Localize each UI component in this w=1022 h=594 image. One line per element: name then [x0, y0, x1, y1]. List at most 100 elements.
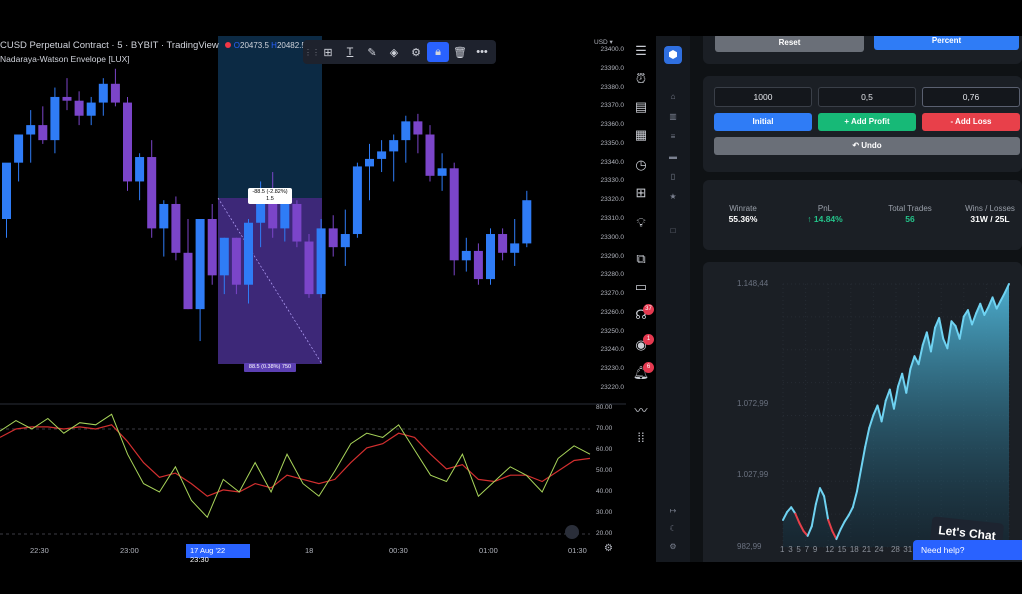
x-tick: 9 [812, 545, 818, 554]
logout-icon[interactable]: ↦ [666, 506, 680, 515]
document-icon[interactable]: ▯ [666, 172, 680, 181]
stats-icon[interactable]: ▥ [666, 112, 680, 121]
initial-input[interactable]: 1000 [714, 87, 812, 107]
equity-area [783, 284, 1009, 547]
drag-handle-icon[interactable]: ⋮⋮ [304, 42, 320, 62]
symbol-name[interactable]: CUSD Perpetual Contract · 5 · BYBIT · Tr… [0, 40, 219, 51]
list-icon[interactable]: ☰ [632, 42, 650, 60]
currency-label[interactable]: USD ▾ [594, 38, 613, 46]
candle-body [328, 228, 338, 248]
measure-label-bottom: 88.5 (0.38%) 750 [244, 363, 296, 372]
wins-losses-stat: Wins / Losses 31W / 25L [955, 204, 1022, 224]
price-tick: 23240.0 [600, 346, 625, 354]
candle-body [38, 125, 48, 141]
settings-icon[interactable]: ⚙ [405, 42, 427, 62]
settings-icon[interactable]: ⚙ [604, 543, 613, 554]
alarm-icon[interactable]: ⏰︎ [632, 70, 650, 88]
candlestick-chart[interactable] [0, 36, 626, 562]
oscillator-fast-line [0, 413, 591, 519]
candle-body [244, 222, 253, 285]
time-tick: 22:30 [30, 546, 49, 555]
oscillator-tick: 60.00 [596, 446, 613, 453]
percent-button[interactable]: Percent [874, 36, 1019, 50]
letterbox-bottom [0, 562, 1022, 594]
x-tick: 12 [825, 545, 835, 554]
winrate-stat: Winrate 55.36% [713, 204, 773, 224]
chart-line-icon[interactable]: 〰 [632, 400, 650, 418]
clock-icon[interactable]: ◷ [632, 156, 650, 174]
time-axis[interactable]: 17 Aug '22 23:30 22:30 23:00 18 00:30 01… [0, 542, 626, 562]
candle-body [171, 203, 181, 253]
price-tick: 23350.0 [600, 139, 625, 147]
price-tick: 23390.0 [600, 64, 625, 72]
candle-body [340, 234, 350, 248]
dots-grid-icon[interactable]: ⁞⁞ [632, 428, 650, 446]
candle-body [413, 121, 423, 135]
chat-icon[interactable]: ▭ [632, 278, 650, 296]
moon-icon[interactable]: ☾ [666, 524, 680, 533]
price-tick: 23290.0 [600, 252, 625, 260]
add-loss-button[interactable]: - Add Loss [922, 113, 1020, 131]
x-tick: 7 [804, 545, 810, 554]
candle-body [522, 200, 532, 244]
candle-body [352, 166, 362, 235]
box-icon[interactable]: □ [666, 226, 680, 235]
more-icon[interactable]: ••• [471, 42, 493, 62]
home-icon[interactable]: ⌂ [666, 92, 680, 101]
candle-body [292, 203, 302, 242]
app-logo[interactable] [664, 46, 682, 64]
oscillator-tick: 70.00 [596, 425, 613, 432]
grid-icon[interactable]: ⊞ [632, 184, 650, 202]
fill-icon[interactable]: ◈ [383, 42, 405, 62]
list-icon[interactable]: ≡ [666, 132, 680, 141]
text-icon[interactable]: T [339, 42, 361, 62]
candle-body [86, 102, 96, 116]
brush-icon[interactable]: ✎ [361, 42, 383, 62]
equity-curve-chart[interactable] [703, 262, 1022, 562]
candle-body [425, 134, 435, 176]
indicator-label[interactable]: Nadaraya-Watson Envelope [LUX] [0, 54, 130, 64]
x-tick: 31 [903, 545, 913, 554]
x-tick: 28 [890, 545, 900, 554]
candle-body [316, 228, 326, 295]
candle-body [2, 162, 11, 219]
undo-button[interactable]: ↶ Undo [714, 137, 1020, 155]
profit-input[interactable]: 0,5 [818, 87, 916, 107]
app-sidebar: ⌂ ▥ ≡ ▬ ▯ ★ □ ↦ ☾ ⚙ [656, 36, 690, 562]
candle-body [449, 168, 459, 261]
price-axis[interactable]: USD ▾ 23400.0 23390.0 23380.0 23370.0 23360.… [590, 36, 626, 402]
initial-button[interactable]: Initial [714, 113, 812, 131]
need-help-button[interactable]: Need help? [913, 540, 1022, 560]
lock-icon[interactable]: 🔒︎ [427, 42, 449, 62]
time-tick: 00:30 [389, 546, 408, 555]
bulb-icon[interactable]: 💡︎ [632, 214, 650, 232]
tradingview-chart[interactable]: CUSD Perpetual Contract · 5 · BYBIT · Tr… [0, 36, 626, 562]
candle-body [461, 250, 471, 261]
bell-badge: 6 [643, 362, 654, 373]
wallet-icon[interactable]: ▬ [666, 152, 680, 161]
input-card: 1000 0,5 0,76 Initial + Add Profit - Add… [703, 76, 1022, 172]
candle-body [280, 203, 290, 229]
candle-body [486, 234, 495, 280]
ideas-badge: 37 [643, 304, 654, 315]
star-icon[interactable]: ★ [666, 192, 680, 201]
time-tick: 18 [305, 546, 314, 555]
drawing-toolbar: ⋮⋮ ⊞ T ✎ ◈ ⚙ 🔒︎ 🗑︎ ••• [303, 40, 496, 64]
settings-icon[interactable]: ⚙ [666, 542, 680, 551]
price-tick: 23310.0 [600, 215, 625, 222]
data-window-icon[interactable]: ⧉ [632, 250, 650, 268]
group-icon[interactable]: ⊞ [317, 42, 339, 62]
loss-input[interactable]: 0,76 [922, 87, 1020, 107]
time-tick: 01:00 [479, 546, 498, 555]
x-tick: 5 [796, 545, 801, 554]
calendar-icon[interactable]: ▦ [632, 126, 650, 144]
candle-body [231, 237, 241, 285]
oscillator-tick: 30.00 [596, 509, 613, 516]
trash-icon[interactable]: 🗑︎ [449, 42, 471, 62]
reset-button[interactable]: Reset [715, 36, 864, 52]
pnl-value: ↑ 14.84% [807, 214, 843, 224]
add-profit-button[interactable]: + Add Profit [818, 113, 916, 131]
winrate-label: Winrate [729, 204, 757, 213]
symbol-header: CUSD Perpetual Contract · 5 · BYBIT · Tr… [0, 40, 321, 51]
news-icon[interactable]: ▤ [632, 98, 650, 116]
